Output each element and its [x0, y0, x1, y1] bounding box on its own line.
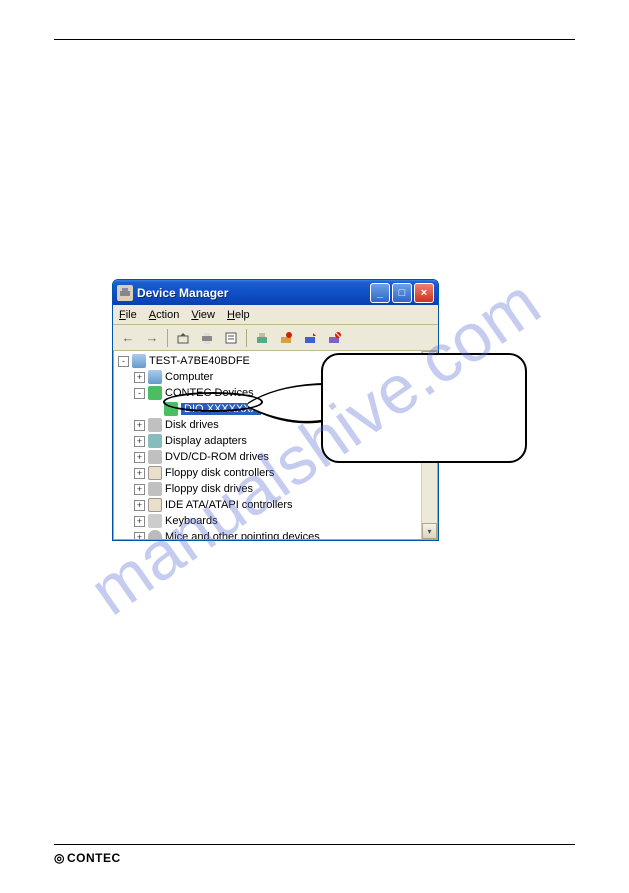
collapse-icon[interactable]: - [134, 388, 145, 399]
tree-node-label: Keyboards [165, 515, 218, 527]
uninstall-button[interactable] [299, 327, 321, 349]
menu-action[interactable]: Action [149, 309, 180, 321]
print-button[interactable] [196, 327, 218, 349]
device-icon [148, 386, 162, 400]
expand-icon[interactable]: + [134, 436, 145, 447]
toolbar-separator [246, 329, 247, 347]
close-button[interactable]: × [414, 283, 434, 303]
tree-root-label: TEST-A7BE40BDFE [149, 355, 250, 367]
tree-node[interactable]: + Floppy disk controllers [118, 465, 433, 481]
tree-node[interactable]: + Keyboards [118, 513, 433, 529]
device-icon [148, 434, 162, 448]
expand-icon[interactable]: + [134, 484, 145, 495]
device-icon [148, 418, 162, 432]
scroll-down-icon[interactable]: ▾ [422, 523, 437, 539]
device-icon [148, 530, 162, 540]
titlebar[interactable]: Device Manager _ □ × [113, 280, 438, 305]
app-icon [117, 285, 133, 301]
device-icon [148, 466, 162, 480]
tree-node[interactable]: + Floppy disk drives [118, 481, 433, 497]
tree-node-label: Computer [165, 371, 213, 383]
footer-logo: CONTEC [54, 851, 121, 865]
device-icon [148, 514, 162, 528]
scan-button[interactable] [251, 327, 273, 349]
menu-file[interactable]: File [119, 309, 137, 321]
collapse-icon[interactable]: - [118, 356, 129, 367]
update-button[interactable] [275, 327, 297, 349]
menubar: File Action View Help [113, 305, 438, 325]
device-icon [148, 498, 162, 512]
tree-node-label: DVD/CD-ROM drives [165, 451, 269, 463]
device-icon [148, 370, 162, 384]
device-icon [148, 450, 162, 464]
properties-button[interactable] [220, 327, 242, 349]
tree-node-label: Disk drives [165, 419, 219, 431]
exp-blank [150, 404, 161, 415]
disable-button[interactable] [323, 327, 345, 349]
expand-icon[interactable]: + [134, 372, 145, 383]
computer-icon [132, 354, 146, 368]
expand-icon[interactable]: + [134, 420, 145, 431]
tree-node-label: Floppy disk drives [165, 483, 253, 495]
tree-node-label: Display adapters [165, 435, 247, 447]
menu-help[interactable]: Help [227, 309, 250, 321]
tree-node-label: Mice and other pointing devices [165, 531, 320, 540]
minimize-button[interactable]: _ [370, 283, 390, 303]
expand-icon[interactable]: + [134, 532, 145, 541]
back-button: ← [117, 327, 139, 349]
expand-icon[interactable]: + [134, 516, 145, 527]
callout-box [321, 353, 527, 463]
tree-node-label: Floppy disk controllers [165, 467, 274, 479]
forward-button: → [141, 327, 163, 349]
window-title: Device Manager [137, 286, 370, 300]
tree-node[interactable]: + IDE ATA/ATAPI controllers [118, 497, 433, 513]
device-icon [164, 402, 178, 416]
page-top-rule [54, 39, 575, 40]
tree-node-label: IDE ATA/ATAPI controllers [165, 499, 293, 511]
toolbar-separator [167, 329, 168, 347]
menu-view[interactable]: View [191, 309, 215, 321]
expand-icon[interactable]: + [134, 500, 145, 511]
expand-icon[interactable]: + [134, 452, 145, 463]
up-button[interactable] [172, 327, 194, 349]
expand-icon[interactable]: + [134, 468, 145, 479]
toolbar: ← → [113, 325, 438, 351]
maximize-button[interactable]: □ [392, 283, 412, 303]
device-icon [148, 482, 162, 496]
tree-node[interactable]: + Mice and other pointing devices [118, 529, 433, 540]
tree-node-label: CONTEC Devices [165, 387, 254, 399]
page-bottom-rule [54, 844, 575, 845]
